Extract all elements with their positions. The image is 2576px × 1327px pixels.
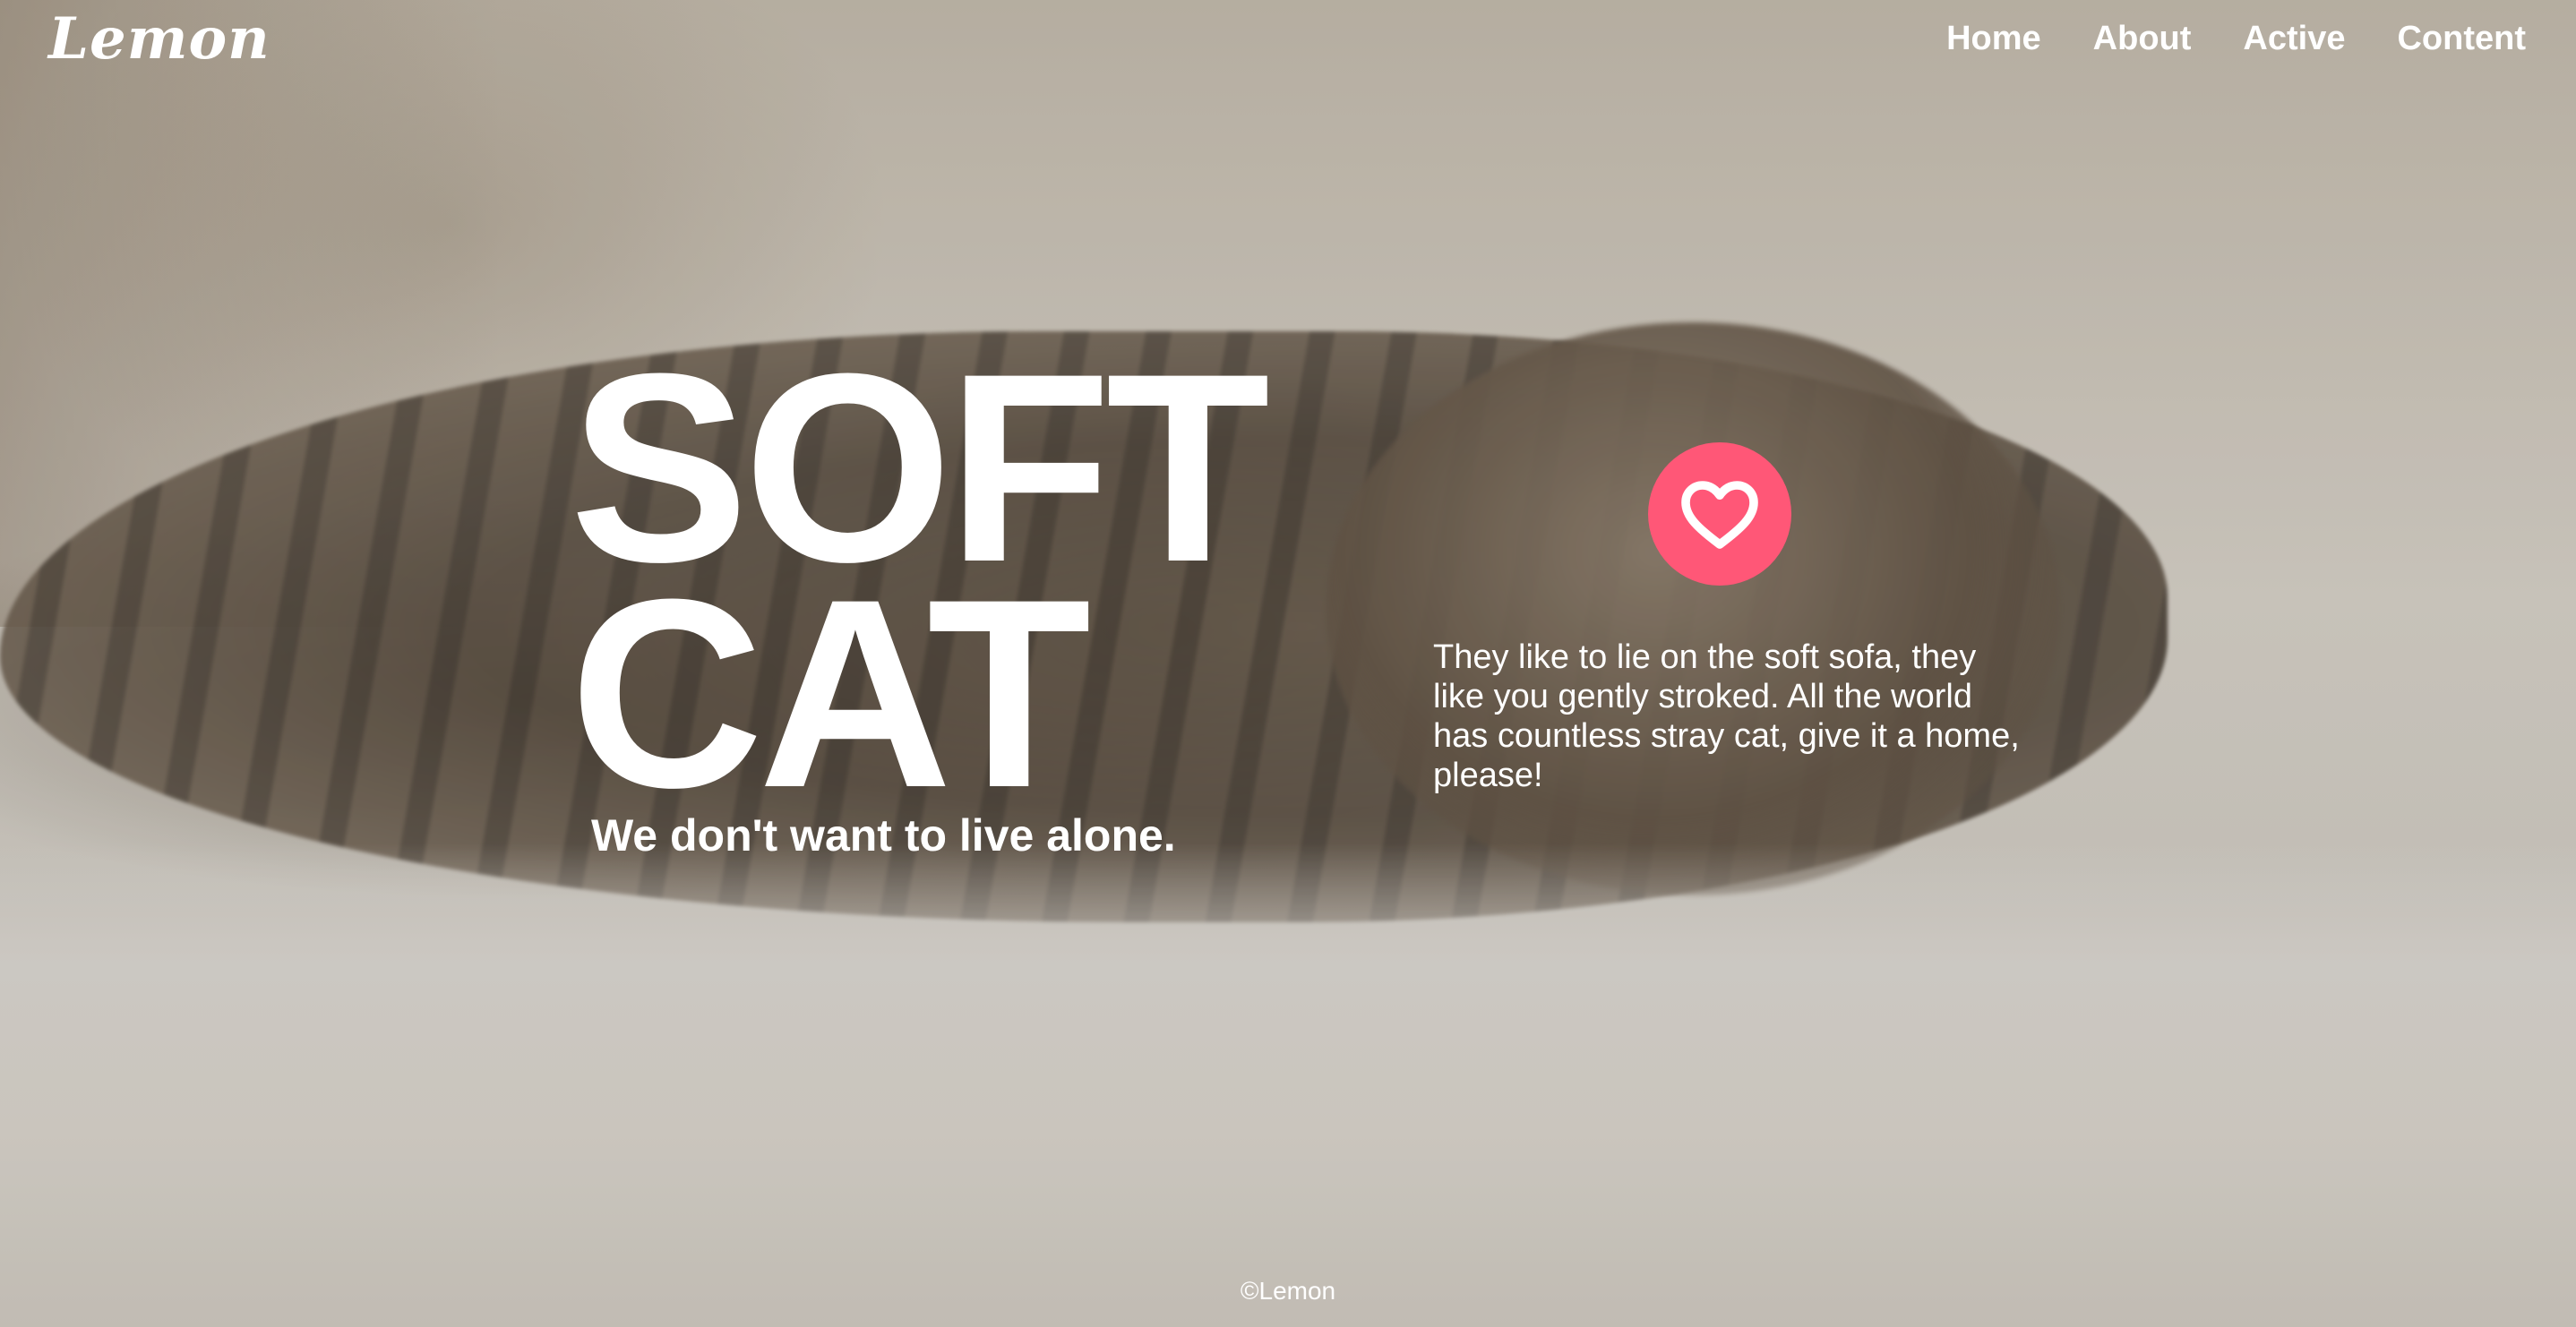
footer-copyright: ©Lemon	[1240, 1277, 1336, 1305]
nav-about[interactable]: About	[2093, 20, 2192, 58]
heart-icon	[1681, 481, 1758, 549]
dark-overlay	[0, 0, 2576, 1327]
nav-content[interactable]: Content	[2397, 20, 2526, 58]
logo[interactable]: Lemon	[48, 5, 270, 73]
hero-description: They like to lie on the soft sofa, they …	[1433, 638, 2020, 794]
nav-active[interactable]: Active	[2243, 20, 2345, 58]
hero-title: SOFT CAT	[570, 333, 1270, 827]
nav-home[interactable]: Home	[1946, 20, 2041, 58]
main-nav: Home About Active Content	[1946, 20, 2526, 58]
hero-subtitle: We don't want to live alone.	[591, 810, 1176, 860]
like-button[interactable]	[1648, 442, 1791, 586]
page: Lemon Home About Active Content SOFT CAT…	[0, 0, 2576, 1327]
